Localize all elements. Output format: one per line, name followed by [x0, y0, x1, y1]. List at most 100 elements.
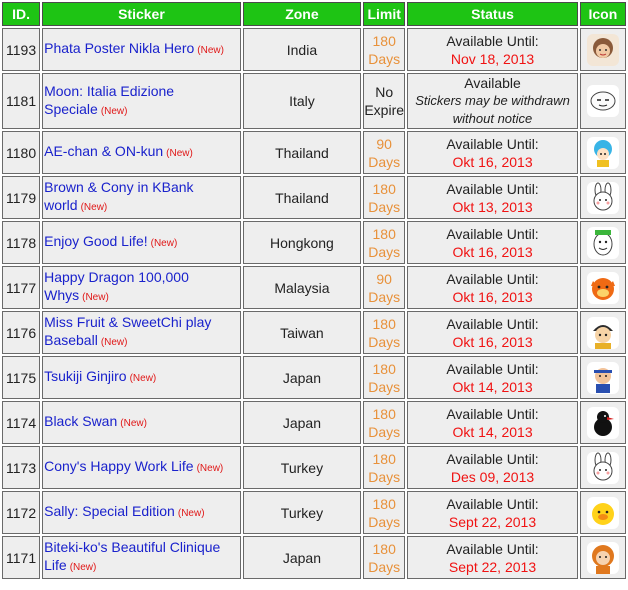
cony-bunny-icon[interactable] — [586, 451, 619, 484]
cony-bunny-icon[interactable] — [586, 181, 619, 214]
sticker-link[interactable]: AE-chan & ON-kun — [44, 143, 163, 159]
limit-cell: 180 Days — [363, 356, 406, 399]
status-cell: Available Until: Okt 14, 2013 — [407, 356, 578, 399]
table-body: 1193 Phata Poster Nikla Hero (New) India … — [2, 28, 626, 579]
sticker-link[interactable]: Cony's Happy Work Life — [44, 458, 193, 474]
dragon-icon[interactable] — [586, 271, 619, 304]
status-label: Available Until: — [446, 315, 539, 332]
sticker-cell: AE-chan & ON-kun (New) — [42, 131, 241, 174]
egg-character-icon[interactable] — [586, 226, 619, 259]
status-label: Available Until: — [446, 180, 539, 197]
limit-unit: Days — [368, 468, 401, 485]
status-date: Okt 16, 2013 — [452, 153, 533, 170]
icon-cell[interactable] — [579, 28, 626, 71]
limit-unit: Days — [368, 153, 401, 170]
sticker-link[interactable]: Miss Fruit & SweetChi play Baseball — [44, 314, 211, 348]
icon-cell[interactable] — [579, 131, 626, 174]
limit-value: 180 — [372, 180, 396, 197]
table-row: 1193 Phata Poster Nikla Hero (New) India … — [2, 28, 626, 71]
status-label: Available — [464, 75, 521, 91]
moon-face-icon[interactable] — [586, 85, 619, 117]
orange-hair-woman-icon[interactable] — [586, 541, 619, 574]
sticker-cell: Cony's Happy Work Life (New) — [42, 446, 241, 489]
header-zone[interactable]: Zone — [242, 2, 362, 26]
limit-value: 180 — [372, 495, 396, 512]
icon-cell[interactable] — [579, 401, 626, 444]
sticker-cell: Moon: Italia Edizione Speciale (New) — [42, 73, 241, 129]
limit-cell: 180 Days — [363, 491, 406, 534]
zone-cell: Thailand — [242, 131, 362, 174]
status-label: Available Until: — [446, 405, 539, 422]
header-icon[interactable]: Icon — [579, 2, 626, 26]
zone-cell: Italy — [242, 73, 362, 129]
icon-cell[interactable] — [579, 491, 626, 534]
zone-cell: India — [242, 28, 362, 71]
zone-cell: Turkey — [242, 446, 362, 489]
header-status[interactable]: Status — [407, 2, 578, 26]
man-headband-icon[interactable] — [586, 361, 619, 394]
status-label: Available Until: — [446, 270, 539, 287]
new-badge: (New) — [82, 292, 109, 303]
sticker-id: 1172 — [2, 491, 41, 534]
sticker-id: 1178 — [2, 221, 41, 264]
sticker-id: 1174 — [2, 401, 41, 444]
limit-value: 90 — [376, 270, 392, 287]
header-id[interactable]: ID. — [2, 2, 41, 26]
icon-cell[interactable] — [579, 311, 626, 354]
table-row: 1177 Happy Dragon 100,000 Whys (New) Mala… — [2, 266, 626, 309]
sticker-link[interactable]: Phata Poster Nikla Hero — [44, 40, 194, 56]
sticker-id: 1193 — [2, 28, 41, 71]
status-date: Okt 13, 2013 — [452, 198, 533, 215]
header-sticker[interactable]: Sticker — [42, 2, 241, 26]
limit-unit: Days — [368, 243, 401, 260]
sticker-id: 1175 — [2, 356, 41, 399]
icon-cell[interactable] — [579, 73, 626, 129]
baseball-player-icon[interactable] — [586, 316, 619, 349]
sticker-id: 1179 — [2, 176, 41, 219]
limit-unit: Days — [368, 288, 401, 305]
status-cell: Available Until: Nov 18, 2013 — [407, 28, 578, 71]
limit-cell: 90 Days — [363, 131, 406, 174]
icon-cell[interactable] — [579, 356, 626, 399]
sticker-cell: Biteki-ko's Beautiful Clinique Life (New) — [42, 536, 241, 579]
sally-duck-icon[interactable] — [586, 496, 619, 529]
blue-hair-girl-icon[interactable] — [586, 136, 619, 169]
status-date: Sept 22, 2013 — [448, 513, 537, 530]
status-cell: Available Until: Okt 16, 2013 — [407, 131, 578, 174]
icon-cell[interactable] — [579, 536, 626, 579]
girl-face-icon[interactable] — [586, 33, 619, 66]
sticker-cell: Brown & Cony in KBank world (New) — [42, 176, 241, 219]
table-header-row: ID. Sticker Zone Limit Status Icon — [2, 2, 626, 26]
sticker-cell: Miss Fruit & SweetChi play Baseball (New) — [42, 311, 241, 354]
limit-unit: Days — [368, 423, 401, 440]
status-cell: Available Until: Sept 22, 2013 — [407, 536, 578, 579]
icon-cell[interactable] — [579, 446, 626, 489]
limit-value: 180 — [372, 450, 396, 467]
sticker-link[interactable]: Sally: Special Edition — [44, 503, 175, 519]
zone-cell: Japan — [242, 356, 362, 399]
table-row: 1179 Brown & Cony in KBank world (New) Th… — [2, 176, 626, 219]
limit-value: 180 — [372, 32, 396, 49]
sticker-link[interactable]: Enjoy Good Life! — [44, 233, 148, 249]
sticker-link[interactable]: Brown & Cony in KBank world — [44, 179, 193, 213]
icon-cell[interactable] — [579, 221, 626, 264]
black-swan-icon[interactable] — [586, 406, 619, 439]
icon-cell[interactable] — [579, 266, 626, 309]
status-date: Okt 16, 2013 — [452, 288, 533, 305]
header-limit[interactable]: Limit — [363, 2, 406, 26]
new-badge: (New) — [129, 373, 157, 384]
limit-value: 180 — [372, 315, 396, 332]
status-cell: Available Until: Okt 14, 2013 — [407, 401, 578, 444]
sticker-link[interactable]: Black Swan — [44, 413, 117, 429]
new-badge: (New) — [197, 45, 224, 56]
sticker-link[interactable]: Tsukiji Ginjiro — [44, 368, 126, 384]
status-cell: Available Until: Okt 16, 2013 — [407, 311, 578, 354]
icon-cell[interactable] — [579, 176, 626, 219]
limit-cell: 180 Days — [363, 221, 406, 264]
sticker-link[interactable]: Happy Dragon 100,000 Whys — [44, 269, 189, 303]
table-row: 1181 Moon: Italia Edizione Speciale (New)… — [2, 73, 626, 129]
sticker-table: ID. Sticker Zone Limit Status Icon 1193 … — [0, 0, 628, 581]
limit-cell: 180 Days — [363, 311, 406, 354]
limit-cell: 180 Days — [363, 176, 406, 219]
status-cell: Available Stickers may be withdrawn with… — [407, 73, 578, 129]
